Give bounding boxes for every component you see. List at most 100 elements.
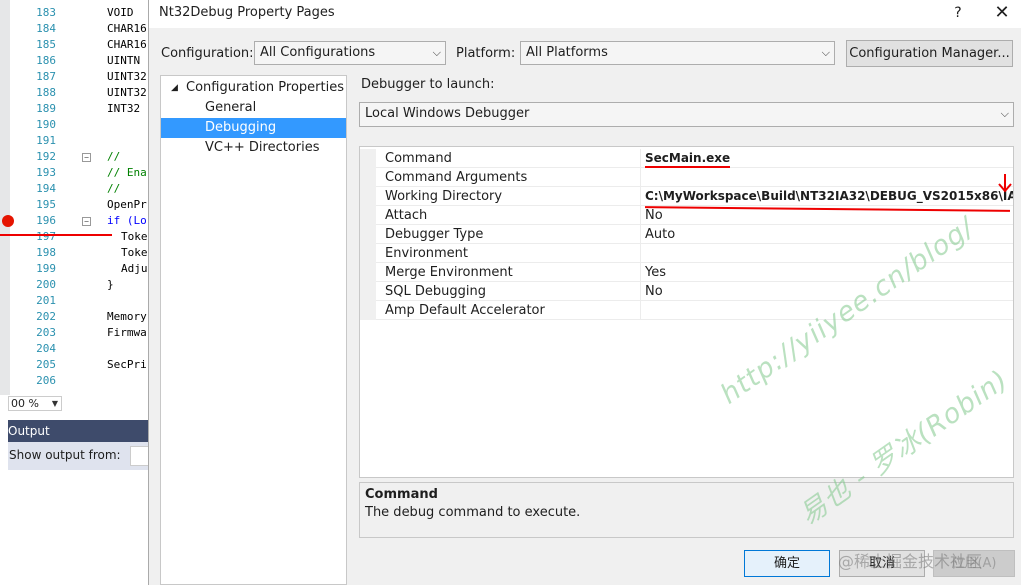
line-number: 204: [36, 342, 56, 355]
code-line: 185 CHAR16: [0, 37, 150, 53]
tree-item-general[interactable]: General: [161, 98, 346, 118]
line-number: 186: [36, 54, 56, 67]
tree-item-label: General: [205, 100, 257, 115]
zoom-select[interactable]: 00 % ▼: [8, 396, 62, 411]
configuration-manager-button[interactable]: Configuration Manager...: [846, 40, 1013, 67]
code-line: 187 UINT32: [0, 69, 150, 85]
line-number: 198: [36, 246, 56, 259]
chevron-down-icon: ⌵: [1000, 107, 1009, 120]
line-number: 199: [36, 262, 56, 275]
property-value[interactable]: C:\MyWorkspace\Build\NT32IA32\DEBUG_VS20…: [645, 187, 1013, 206]
property-row-margin: [360, 225, 376, 244]
fold-toggle-icon[interactable]: −: [82, 153, 91, 162]
property-tree: ◢ Configuration Properties General Debug…: [160, 75, 347, 585]
code-text: UINTN: [107, 54, 141, 67]
property-name: Command: [385, 149, 641, 168]
zoom-value: 00 %: [11, 397, 39, 410]
code-text: CHAR16: [107, 22, 147, 35]
line-number: 184: [36, 22, 56, 35]
code-text: INT32: [107, 102, 141, 115]
code-text: Firmwa: [107, 326, 147, 339]
property-name: Debugger Type: [385, 225, 641, 244]
close-icon: ✕: [994, 2, 1010, 23]
property-row-margin: [360, 263, 376, 282]
code-line: 205 SecPri: [0, 357, 150, 373]
property-name: Attach: [385, 206, 641, 225]
annotation-arrow-icon: [998, 174, 1012, 193]
close-button[interactable]: ✕: [991, 2, 1013, 24]
show-output-label: Show output from:: [9, 448, 121, 462]
code-text: Toke: [121, 246, 148, 259]
dialog-title: Nt32Debug Property Pages: [159, 5, 335, 20]
line-number: 202: [36, 310, 56, 323]
property-name: Environment: [385, 244, 641, 263]
line-number: 190: [36, 118, 56, 131]
output-toolbar: Show output from:: [8, 442, 160, 470]
property-row-margin: [360, 149, 376, 168]
code-line: 192 − //: [0, 149, 150, 165]
debugger-select[interactable]: Local Windows Debugger ⌵: [359, 102, 1014, 127]
code-line: 202 Memory: [0, 309, 150, 325]
property-value[interactable]: Yes: [645, 263, 1013, 282]
tree-item-vc-directories[interactable]: VC++ Directories: [161, 138, 346, 158]
tree-item-debugging[interactable]: Debugging: [161, 118, 346, 138]
property-row[interactable]: Command Arguments: [360, 168, 1013, 187]
property-name: Amp Default Accelerator: [385, 301, 641, 320]
code-line: 197 Toke: [0, 229, 150, 245]
description-title: Command: [365, 487, 438, 502]
property-row[interactable]: Working Directory C:\MyWorkspace\Build\NT…: [360, 187, 1013, 206]
configuration-label: Configuration:: [161, 46, 254, 61]
tree-item-label: Debugging: [205, 120, 277, 135]
collapse-arrow-icon[interactable]: ◢: [171, 78, 178, 98]
line-number: 201: [36, 294, 56, 307]
code-line: 195 OpenPr: [0, 197, 150, 213]
tree-item-label: Configuration Properties: [186, 80, 344, 95]
code-text: Memory: [107, 310, 147, 323]
tree-item-configuration-properties[interactable]: ◢ Configuration Properties: [161, 78, 346, 98]
property-row[interactable]: Amp Default Accelerator: [360, 301, 1013, 320]
property-row[interactable]: Debugger Type Auto: [360, 225, 1013, 244]
debugger-value: Local Windows Debugger: [365, 106, 530, 121]
property-row-margin: [360, 244, 376, 263]
code-line: 201: [0, 293, 150, 309]
code-line: 191: [0, 133, 150, 149]
fold-toggle-icon[interactable]: −: [82, 217, 91, 226]
line-number: 203: [36, 326, 56, 339]
line-number: 206: [36, 374, 56, 387]
code-text: // Ena: [107, 166, 147, 179]
code-text: //: [107, 150, 121, 163]
code-text: CHAR16: [107, 38, 147, 51]
property-row-margin: [360, 168, 376, 187]
chevron-down-icon: ⌵: [432, 46, 441, 59]
line-number: 205: [36, 358, 56, 371]
description-panel: Command The debug command to execute.: [359, 482, 1014, 538]
code-text: Toke: [121, 230, 148, 243]
code-line: 183 VOID: [0, 5, 150, 21]
code-line: 193 // Ena: [0, 165, 150, 181]
property-row[interactable]: SQL Debugging No: [360, 282, 1013, 301]
property-name: Merge Environment: [385, 263, 641, 282]
line-number: 192: [36, 150, 56, 163]
code-line: 198 Toke: [0, 245, 150, 261]
platform-label: Platform:: [456, 46, 516, 61]
ok-button[interactable]: 确定: [744, 550, 830, 577]
property-name: Command Arguments: [385, 168, 641, 187]
chevron-down-icon: ⌵: [821, 46, 830, 59]
code-text: Adju: [121, 262, 148, 275]
code-text: }: [107, 278, 114, 291]
property-row-margin: [360, 187, 376, 206]
code-line: 189 INT32: [0, 101, 150, 117]
annotation-underline-command: [645, 166, 730, 168]
configuration-value: All Configurations: [260, 45, 376, 60]
help-button[interactable]: ?: [947, 3, 969, 23]
output-body: [8, 470, 150, 585]
property-value[interactable]: No: [645, 282, 1013, 301]
configuration-select[interactable]: All Configurations ⌵: [254, 41, 446, 65]
property-value[interactable]: [645, 168, 1013, 187]
line-number: 188: [36, 86, 56, 99]
property-name: SQL Debugging: [385, 282, 641, 301]
code-text: UINT32: [107, 86, 147, 99]
code-line: 200}: [0, 277, 150, 293]
platform-select[interactable]: All Platforms ⌵: [520, 41, 835, 65]
annotation-underline-editor: [0, 234, 112, 236]
